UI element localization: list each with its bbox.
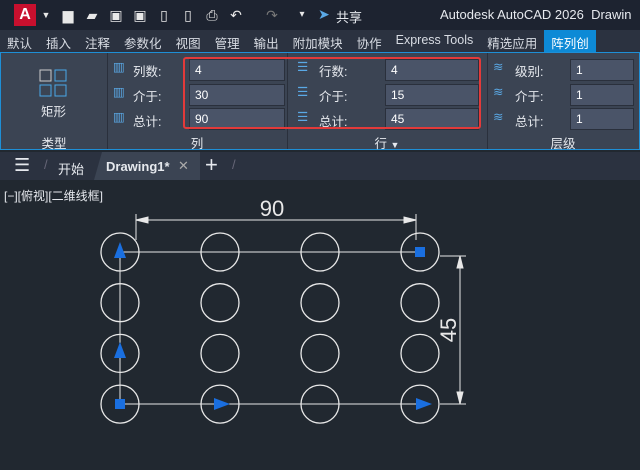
level-count-icon: ≋ [493,60,504,74]
tab-collaborate[interactable]: 协作 [350,30,389,52]
level-count-label: 级别: [515,65,544,79]
chevron-down-icon: ▼ [390,140,400,150]
tab-output[interactable]: 输出 [247,30,286,52]
menu-icon[interactable]: ☰ [14,155,30,176]
tab-view[interactable]: 视图 [169,30,208,52]
tab-default[interactable]: 默认 [0,30,39,52]
array-circle[interactable] [300,283,340,323]
open-web-icon[interactable]: ▯ [156,7,172,23]
level-count-input[interactable]: 1 [570,59,634,81]
new-tab-icon[interactable]: + [205,152,218,178]
drawing-canvas[interactable]: 90 45 [0,180,640,470]
tab-annotate[interactable]: 注释 [78,30,117,52]
customize-icon[interactable]: ▾ [294,7,310,23]
grip-arrow-right[interactable] [214,398,230,410]
rows-panel-label[interactable]: 行 ▼ [287,133,487,152]
array-circle[interactable] [200,283,240,323]
level-between-label: 介于: [515,90,544,104]
level-spacing-icon: ≋ [493,85,504,99]
arrowhead [135,216,149,224]
share-icon[interactable]: ➤ [318,6,330,23]
array-circle[interactable] [300,333,340,374]
document-tabs: ☰ / 开始 Drawing1* ✕ + / [0,152,640,180]
ribbon-tabs: 默认 插入 注释 参数化 视图 管理 输出 附加模块 协作 Express To… [0,30,640,52]
grip-square[interactable] [115,399,125,409]
type-panel-label: 类型 [41,137,67,151]
tab-express-tools[interactable]: Express Tools [389,30,481,52]
level-total-icon: ≋ [493,110,504,124]
app-name: Autodesk AutoCAD 2026 [440,7,584,22]
tab-addins[interactable]: 附加模块 [286,30,350,52]
undo-icon[interactable]: ↶ [228,7,244,23]
highlight-box [183,57,481,129]
dimension-text-vertical[interactable]: 45 [436,318,461,342]
app-logo[interactable]: A [14,4,36,26]
array-circle[interactable] [400,333,440,374]
grip-arrow-right[interactable] [416,398,432,410]
level-total-label: 总计: [515,115,544,129]
column-count-label: 列数: [133,65,162,79]
close-icon[interactable]: ✕ [178,158,189,174]
tab-start[interactable]: 开始 [58,159,84,178]
grip-square[interactable] [415,247,425,257]
tab-insert[interactable]: 插入 [39,30,78,52]
column-count-icon: ▥ [113,60,125,74]
divider: / [232,157,236,172]
levels-panel-label: 层级 [550,137,576,151]
title-bar: A ▼ ▆ ▰ ▣ ▣ ▯ ▯ ⎙ ↶ ↷ ▾ ➤ 共享 Autodesk Au… [0,0,640,30]
grip-arrow-up[interactable] [114,242,126,258]
app-title: Autodesk AutoCAD 2026 Drawin [440,7,632,22]
rectangular-label: 矩形 [41,105,67,119]
column-between-label: 介于: [133,90,162,104]
plot-icon[interactable]: ⎙ [204,7,220,23]
level-between-input[interactable]: 1 [570,84,634,106]
column-total-icon: ▥ [113,110,125,124]
share-button[interactable]: 共享 [336,7,362,26]
tab-drawing1-label: Drawing1* [106,159,170,174]
arrowhead [403,216,417,224]
column-total-label: 总计: [133,115,162,129]
rectangular-array-icon [39,69,67,97]
tab-array-creation[interactable]: 阵列创 [544,30,596,52]
column-spacing-icon: ▥ [113,85,125,99]
tab-featured-apps[interactable]: 精选应用 [480,30,544,52]
save-icon[interactable]: ▣ [108,7,124,23]
save-as-icon[interactable]: ▣ [132,7,148,23]
array-circle[interactable] [400,283,440,323]
rectangular-array-button[interactable] [39,69,69,99]
redo-icon[interactable]: ↷ [264,7,280,23]
arrowhead [456,391,464,405]
tab-parametric[interactable]: 参数化 [117,30,169,52]
app-menu-caret-icon[interactable]: ▼ [38,7,54,23]
rows-label: 行 [374,137,388,151]
save-web-icon[interactable]: ▯ [180,7,196,23]
divider: / [44,157,48,172]
dimension-text-horizontal[interactable]: 90 [260,196,284,221]
doc-title: Drawin [591,7,632,22]
array-circle[interactable] [200,333,240,374]
tab-manage[interactable]: 管理 [208,30,247,52]
grip-arrow-up[interactable] [114,342,126,358]
new-icon[interactable]: ▆ [60,7,76,23]
arrowhead [456,255,464,269]
columns-panel-label: 列 [190,137,204,151]
open-icon[interactable]: ▰ [84,7,100,23]
level-total-input[interactable]: 1 [570,108,634,130]
